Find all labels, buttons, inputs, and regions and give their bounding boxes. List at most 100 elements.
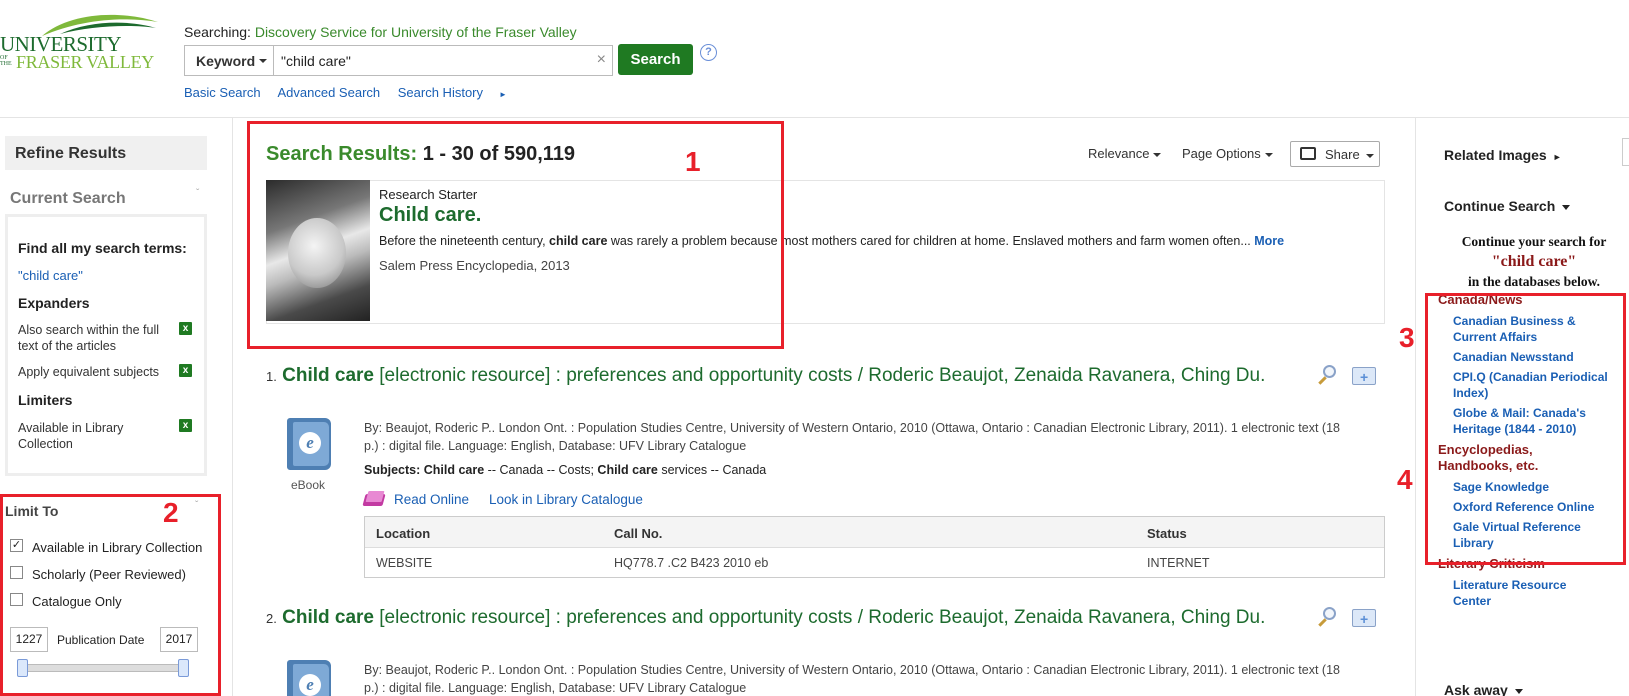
header-divider — [0, 117, 1629, 118]
ask-away-heading[interactable]: Ask away — [1444, 682, 1523, 696]
limiter-library: Available in Library Collection — [18, 421, 124, 451]
subject-1-rest[interactable]: -- Canada -- Costs; — [484, 463, 597, 477]
arrow-right-icon: ► — [499, 90, 507, 99]
ebook-icon[interactable]: e — [287, 660, 331, 696]
collapse-icon[interactable]: ˇ — [196, 188, 199, 199]
continue-search-text: Continue your search for "child care" in… — [1444, 232, 1624, 292]
subject-2-rest[interactable]: services -- Canada — [658, 463, 766, 477]
more-link[interactable]: More — [1254, 234, 1284, 248]
chevron-down-icon — [1365, 153, 1374, 158]
chevron-down-icon — [1562, 204, 1571, 210]
remove-expander-equivalent-icon[interactable]: x — [179, 364, 192, 377]
holdings-header-status: Status — [1147, 526, 1187, 541]
continue-line1: Continue your search for — [1461, 234, 1607, 249]
ebook-icon[interactable]: e — [287, 418, 331, 470]
sort-label: Relevance — [1088, 146, 1150, 161]
result-number: 2. — [266, 611, 277, 626]
read-online-link[interactable]: Read Online — [394, 492, 469, 507]
continue-query: "child care" — [1491, 253, 1577, 270]
subjects-label: Subjects: — [364, 463, 421, 477]
chevron-down-icon — [1153, 152, 1162, 157]
advanced-search-link[interactable]: Advanced Search — [278, 85, 381, 100]
preview-icon[interactable] — [1317, 364, 1339, 386]
university-logo[interactable]: UNIVERSITY OF THE FRASER VALLEY — [0, 10, 165, 72]
look-in-catalogue-link[interactable]: Look in Library Catalogue — [489, 492, 643, 507]
subject-2-bold[interactable]: Child care — [597, 463, 657, 477]
searching-source[interactable]: Discovery Service for University of the … — [255, 24, 577, 40]
search-history-label: Search History — [397, 85, 483, 100]
preview-icon[interactable] — [1317, 606, 1339, 628]
left-divider — [232, 118, 233, 696]
result-meta: By: Beaujot, Roderic P.. London Ont. : P… — [364, 421, 1340, 453]
find-all-heading: Find all my search terms: — [18, 240, 187, 256]
holdings-cell-status: INTERNET — [1147, 556, 1210, 570]
result-title-rest: [electronic resource] : preferences and … — [374, 365, 1266, 386]
annotation-number-4: 4 — [1397, 464, 1413, 495]
annotation-box-2 — [0, 494, 221, 696]
annotation-box-1 — [247, 121, 784, 349]
book-icon — [362, 491, 386, 507]
holdings-header-callno: Call No. — [614, 526, 663, 541]
search-history-link[interactable]: Search History ► — [398, 85, 521, 100]
annotation-number-1: 1 — [685, 146, 701, 177]
share-icon — [1300, 147, 1316, 160]
current-search-title[interactable]: Current Search — [10, 190, 126, 208]
result-number: 1. — [266, 369, 277, 384]
searching-prefix: Searching: — [184, 24, 255, 40]
search-term-link[interactable]: "child care" — [18, 268, 83, 283]
related-images-heading[interactable]: Related Images ► — [1444, 147, 1562, 163]
logo-text-fraser-valley: FRASER VALLEY — [16, 52, 154, 72]
refine-results-title: Refine Results — [5, 136, 207, 170]
annotation-box-3 — [1425, 293, 1626, 565]
basic-search-link[interactable]: Basic Search — [184, 85, 261, 100]
holdings-header-row — [365, 517, 1384, 548]
continue-search-heading[interactable]: Continue Search — [1444, 198, 1571, 214]
result-title-rest: [electronic resource] : preferences and … — [374, 607, 1266, 628]
chevron-down-icon — [259, 59, 267, 63]
page-options-label: Page Options — [1182, 146, 1261, 161]
panel-edge-tab[interactable] — [1622, 138, 1629, 166]
search-button[interactable]: Search — [618, 44, 693, 75]
holdings-table: Location Call No. Status WEBSITE HQ778.7… — [364, 516, 1385, 578]
ask-away-label: Ask away — [1444, 682, 1508, 696]
field-select-dropdown[interactable]: Keyword — [185, 46, 274, 75]
result-subjects: Subjects: Child care -- Canada -- Costs;… — [364, 463, 766, 477]
holdings-cell-callno: HQ778.7 .C2 B423 2010 eb — [614, 556, 769, 570]
continue-line2: in the databases below. — [1467, 274, 1601, 289]
search-links: Basic Search Advanced Search Search Hist… — [184, 85, 535, 100]
result-title-bold: Child care — [282, 365, 374, 386]
expanders-heading: Expanders — [18, 295, 90, 311]
result-meta: By: Beaujot, Roderic P.. London Ont. : P… — [364, 663, 1340, 695]
add-to-folder-icon[interactable]: + — [1352, 605, 1376, 627]
chevron-down-icon — [1514, 688, 1523, 694]
continue-search-label: Continue Search — [1444, 198, 1556, 214]
share-button[interactable]: Share — [1290, 141, 1380, 167]
db-literature-resource[interactable]: Literature Resource Center — [1453, 577, 1573, 609]
annotation-number-3: 3 — [1399, 322, 1415, 353]
search-box: Keyword "child care" × — [184, 45, 613, 76]
result-title-bold: Child care — [282, 607, 374, 628]
search-input[interactable]: "child care" — [281, 53, 351, 69]
annotation-number-2: 2 — [163, 497, 179, 528]
remove-expander-fulltext-icon[interactable]: x — [179, 322, 192, 335]
page: { "header": { "logo_line1": "UNIVERSITY"… — [0, 0, 1629, 696]
holdings-header-location: Location — [376, 526, 431, 541]
remove-limiter-icon[interactable]: x — [179, 419, 192, 432]
subject-1-bold[interactable]: Child care — [424, 463, 484, 477]
page-options-dropdown[interactable]: Page Options — [1182, 146, 1273, 161]
arrow-right-icon: ► — [1552, 152, 1562, 162]
limiters-heading: Limiters — [18, 392, 73, 408]
clear-icon[interactable]: × — [597, 51, 606, 69]
expander-fulltext: Also search within the full text of the … — [18, 323, 160, 353]
holdings-cell-location: WEBSITE — [376, 556, 433, 570]
chevron-down-icon — [1264, 152, 1273, 157]
searching-label: Searching: Discovery Service for Univers… — [184, 24, 577, 40]
logo-text-of-the: OF THE — [0, 55, 12, 67]
add-to-folder-icon[interactable]: + — [1352, 363, 1376, 385]
related-images-label: Related Images — [1444, 147, 1547, 163]
sort-relevance-dropdown[interactable]: Relevance — [1088, 146, 1162, 161]
right-divider — [1415, 118, 1416, 696]
result-title[interactable]: 1. Child care [electronic resource] : pr… — [266, 364, 1286, 389]
help-icon[interactable]: ? — [700, 44, 717, 61]
result-title[interactable]: 2. Child care [electronic resource] : pr… — [266, 606, 1286, 631]
